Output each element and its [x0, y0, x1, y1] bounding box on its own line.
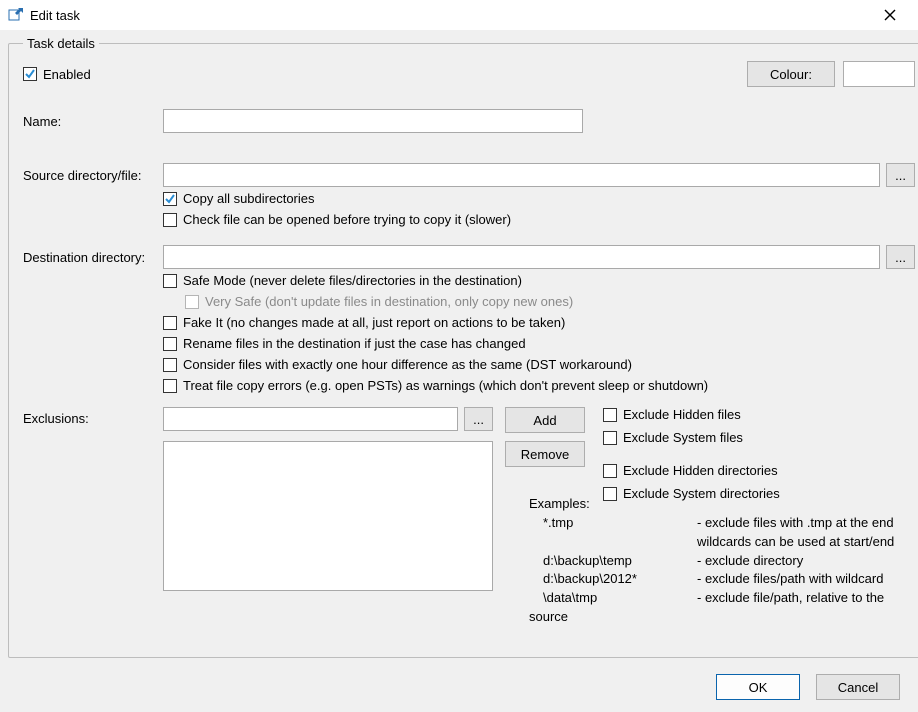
task-details-legend: Task details: [23, 36, 99, 51]
exclusion-input[interactable]: [163, 407, 458, 431]
checkbox-box: [23, 67, 37, 81]
source-browse-button[interactable]: ...: [886, 163, 915, 187]
dest-browse-button[interactable]: ...: [886, 245, 915, 269]
source-label: Source directory/file:: [23, 168, 163, 183]
very-safe-checkbox: Very Safe (don't update files in destina…: [185, 294, 915, 309]
exclusions-label: Exclusions:: [23, 407, 163, 591]
colour-button[interactable]: Colour:: [747, 61, 835, 87]
exclude-system-files-checkbox[interactable]: Exclude System files: [603, 430, 780, 445]
exclusion-list[interactable]: [163, 441, 493, 591]
cancel-button[interactable]: Cancel: [816, 674, 900, 700]
titlebar: Edit task: [0, 0, 918, 30]
safe-mode-checkbox[interactable]: Safe Mode (never delete files/directorie…: [163, 273, 915, 288]
exclusion-examples: Examples: *.tmp - exclude files with .tm…: [529, 495, 915, 627]
name-input[interactable]: [163, 109, 583, 133]
exclusion-remove-button[interactable]: Remove: [505, 441, 585, 467]
app-icon: [8, 7, 24, 23]
fake-it-checkbox[interactable]: Fake It (no changes made at all, just re…: [163, 315, 915, 330]
check-file-open-checkbox[interactable]: Check file can be opened before trying t…: [163, 212, 915, 227]
exclude-hidden-dirs-checkbox[interactable]: Exclude Hidden directories: [603, 463, 780, 478]
window-title: Edit task: [30, 8, 870, 23]
enabled-label: Enabled: [43, 67, 91, 82]
exclude-system-dirs-checkbox[interactable]: Exclude System directories: [603, 486, 780, 501]
close-icon: [884, 9, 896, 21]
dest-label: Destination directory:: [23, 250, 163, 265]
dst-workaround-checkbox[interactable]: Consider files with exactly one hour dif…: [163, 357, 915, 372]
treat-errors-warnings-checkbox[interactable]: Treat file copy errors (e.g. open PSTs) …: [163, 378, 915, 393]
ok-button[interactable]: OK: [716, 674, 800, 700]
enabled-checkbox[interactable]: Enabled: [23, 67, 91, 82]
copy-all-subdirs-checkbox[interactable]: Copy all subdirectories: [163, 191, 915, 206]
source-input[interactable]: [163, 163, 880, 187]
exclusion-add-button[interactable]: Add: [505, 407, 585, 433]
rename-case-checkbox[interactable]: Rename files in the destination if just …: [163, 336, 915, 351]
name-label: Name:: [23, 114, 163, 129]
exclusion-browse-button[interactable]: ...: [464, 407, 493, 431]
exclude-hidden-files-checkbox[interactable]: Exclude Hidden files: [603, 407, 780, 422]
dest-input[interactable]: [163, 245, 880, 269]
dialog-content: Task details Enabled Colour: Name:: [0, 30, 918, 712]
colour-swatch[interactable]: [843, 61, 915, 87]
close-button[interactable]: [870, 1, 910, 29]
task-details-group: Task details Enabled Colour: Name:: [8, 36, 918, 658]
